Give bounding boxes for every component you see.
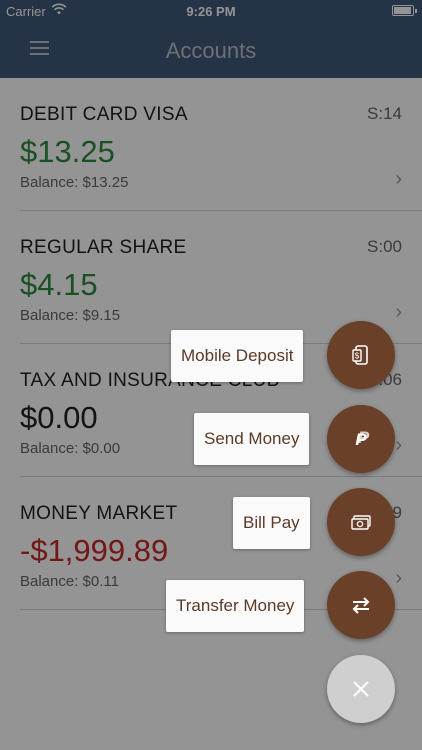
transfer-arrows-icon (350, 595, 372, 615)
svg-text:$: $ (355, 352, 360, 361)
mobile-deposit-button[interactable]: $ (327, 321, 395, 389)
close-icon (352, 680, 370, 698)
send-money-label[interactable]: Send Money (194, 413, 310, 465)
close-menu-button[interactable] (327, 655, 395, 723)
bill-pay-button[interactable] (327, 488, 395, 556)
bill-pay-label[interactable]: Bill Pay (233, 497, 310, 549)
cash-icon (350, 512, 372, 532)
svg-text:P: P (358, 428, 370, 447)
paypal-icon: PP (350, 428, 372, 450)
send-money-button[interactable]: PP (327, 405, 395, 473)
mobile-deposit-label[interactable]: Mobile Deposit (171, 330, 304, 382)
mobile-check-icon: $ (350, 344, 372, 366)
transfer-money-button[interactable] (327, 571, 395, 639)
transfer-money-label[interactable]: Transfer Money (166, 580, 305, 632)
